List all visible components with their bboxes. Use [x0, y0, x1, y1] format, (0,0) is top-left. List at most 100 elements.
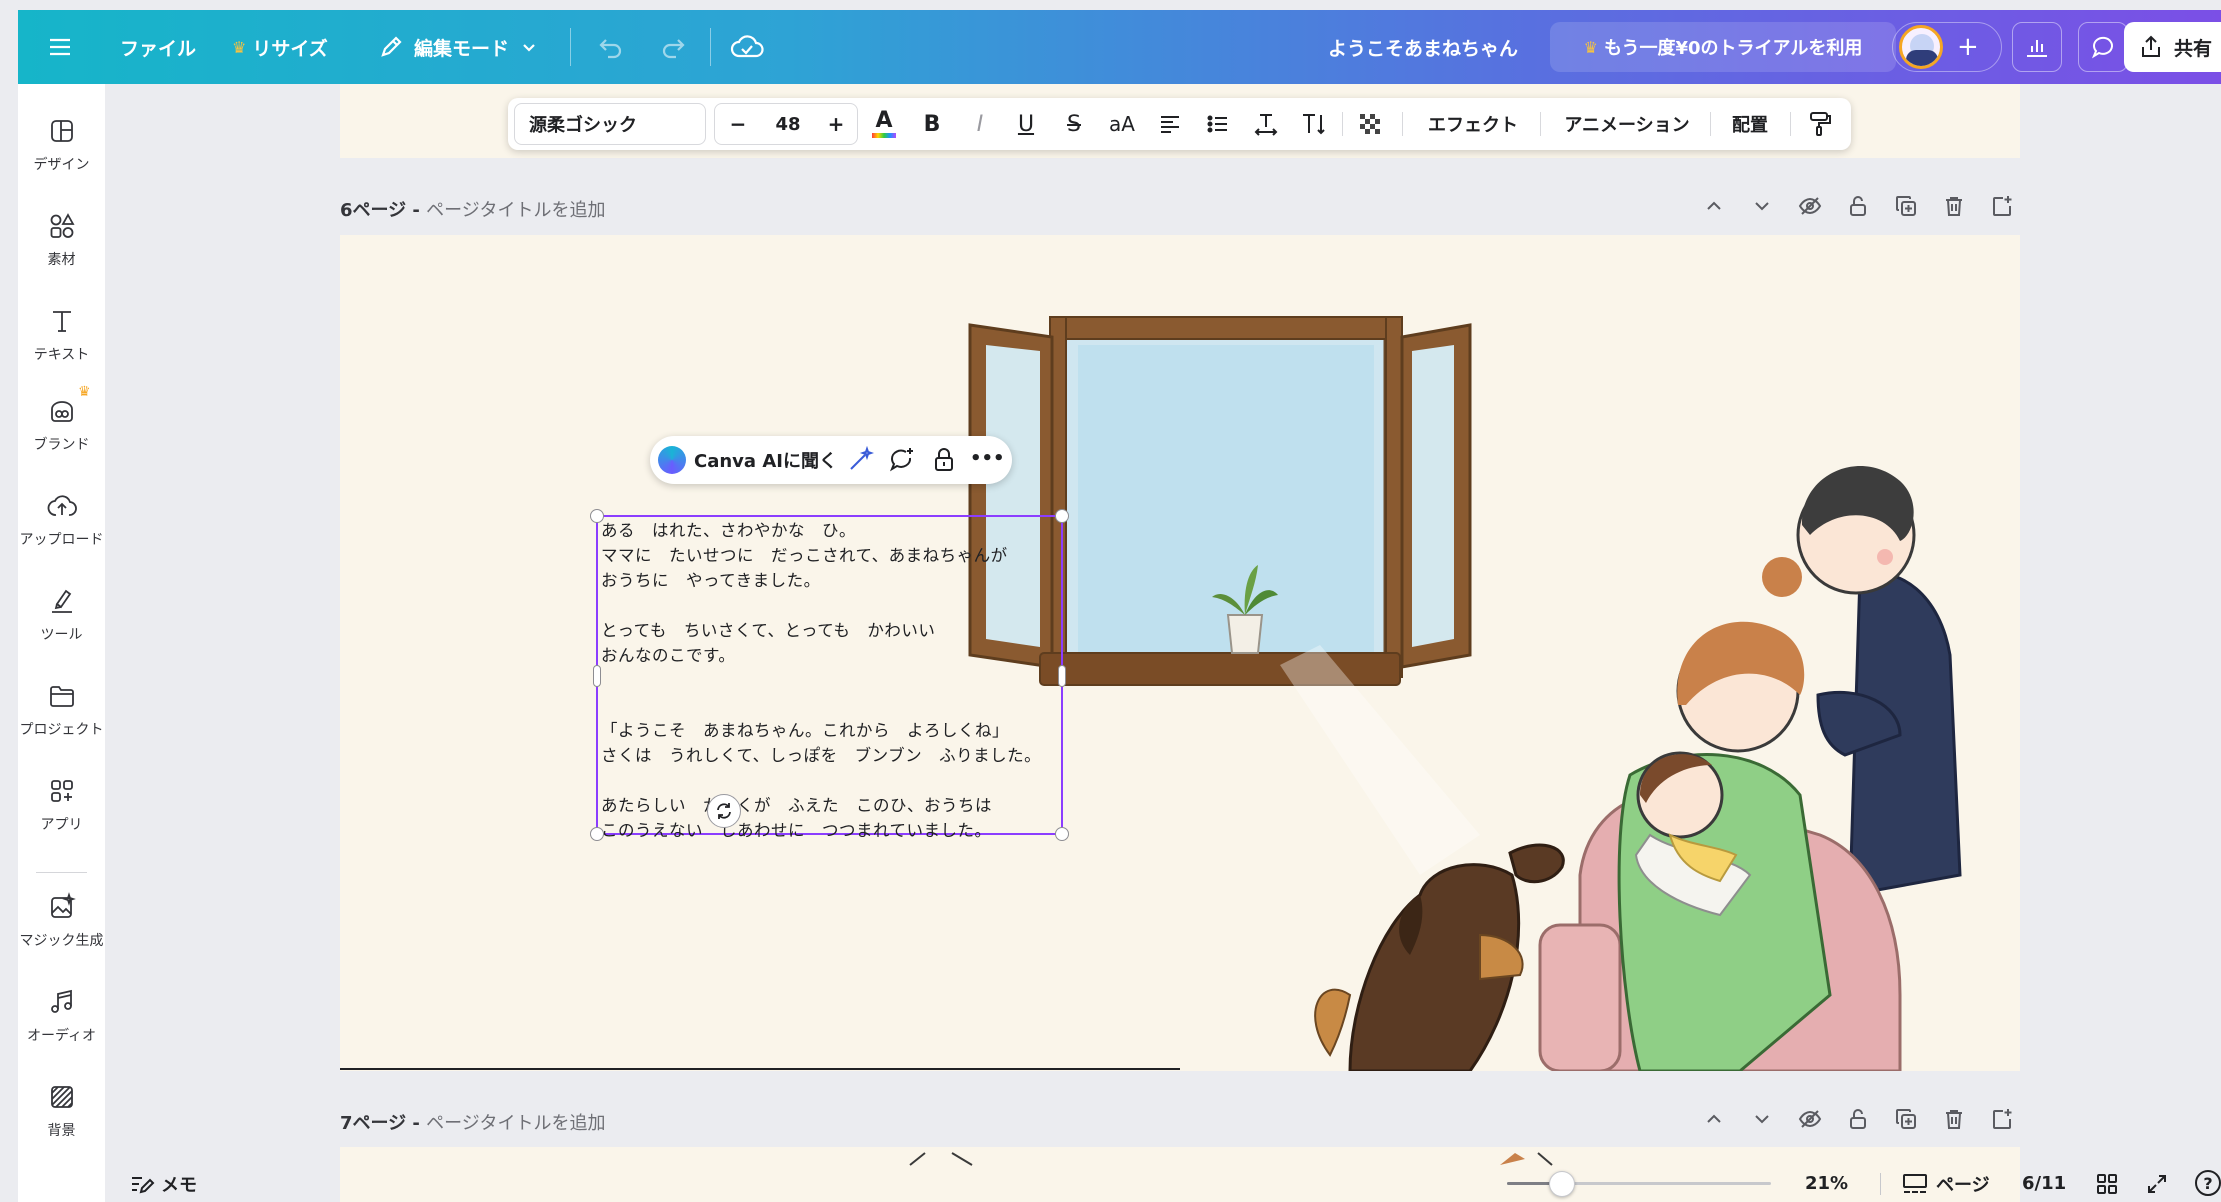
redo-button[interactable]	[658, 10, 688, 84]
lock-icon[interactable]	[930, 446, 958, 474]
sidebar-item-label: オーディオ	[26, 1028, 97, 1044]
avatar[interactable]	[1899, 25, 1943, 69]
story-line: おうちに やってきました。	[601, 571, 821, 590]
sidebar-item-tools[interactable]: ツール	[18, 586, 105, 676]
trial-button[interactable]: ♛ もう一度¥0のトライアルを利用	[1550, 22, 1896, 72]
edit-mode-dropdown[interactable]: 編集モード	[378, 10, 539, 84]
hide-eye-icon[interactable]	[1798, 1107, 1822, 1131]
sidebar-item-background[interactable]: 背景	[18, 1082, 105, 1172]
more-options-button[interactable]: •••	[970, 448, 1005, 469]
page-6-canvas[interactable]	[340, 235, 2020, 1071]
page-title-placeholder[interactable]: ページタイトルを追加	[426, 200, 605, 221]
vertical-text-button[interactable]	[1294, 98, 1334, 150]
resize-handle-right[interactable]	[1058, 665, 1066, 687]
add-collaborator-button[interactable]: +	[1957, 32, 1979, 62]
chevron-up-icon[interactable]	[1702, 194, 1726, 218]
add-page-icon[interactable]	[1990, 194, 2014, 218]
resize-handle-bottom-right[interactable]	[1055, 827, 1069, 841]
help-button[interactable]: ?	[2195, 1170, 2221, 1196]
bold-button[interactable]: B	[912, 98, 952, 150]
italic-button[interactable]: I	[960, 98, 1000, 150]
sidebar-item-apps[interactable]: アプリ	[18, 776, 105, 866]
grid-view-button[interactable]	[2095, 1165, 2119, 1202]
file-menu[interactable]: ファイル	[120, 10, 196, 84]
increase-font-size-button[interactable]: +	[818, 98, 854, 150]
page-title-placeholder[interactable]: ページタイトルを追加	[426, 1113, 605, 1134]
undo-icon	[599, 39, 622, 59]
add-page-icon[interactable]	[1990, 1107, 2014, 1131]
crown-icon: ♛	[232, 37, 247, 57]
sidebar-item-label: デザイン	[33, 157, 90, 173]
chevron-down-icon[interactable]	[1750, 1107, 1774, 1131]
page-7-header[interactable]: 7ページ - ページタイトルを追加	[340, 1109, 605, 1135]
lock-icon[interactable]	[1846, 1107, 1870, 1131]
hide-eye-icon[interactable]	[1798, 194, 1822, 218]
zoom-slider-thumb[interactable]	[1549, 1171, 1575, 1197]
sidebar-item-brand[interactable]: ♛ ブランド	[18, 384, 105, 486]
add-comment-icon[interactable]	[888, 446, 916, 474]
resize-handle-top-right[interactable]	[1055, 509, 1069, 523]
sidebar-item-audio[interactable]: オーディオ	[18, 987, 105, 1077]
page-6-header[interactable]: 6ページ - ページタイトルを追加	[340, 196, 605, 222]
zoom-slider-track[interactable]	[1507, 1171, 1771, 1197]
list-button[interactable]	[1198, 98, 1238, 150]
sidebar-item-label: プロジェクト	[19, 722, 104, 738]
text-icon	[52, 311, 71, 332]
resize-button[interactable]: ♛ リサイズ	[232, 10, 328, 84]
chevron-down-icon[interactable]	[1750, 194, 1774, 218]
magic-write-icon[interactable]	[846, 446, 874, 474]
sidebar-item-uploads[interactable]: アップロード	[18, 491, 105, 581]
decrease-font-size-button[interactable]: −	[720, 98, 756, 150]
ask-canva-ai-button[interactable]: Canva AIに聞く	[694, 447, 837, 473]
resize-handle-bottom-left[interactable]	[590, 827, 604, 841]
underline-button[interactable]: U	[1006, 98, 1046, 150]
chevron-up-icon[interactable]	[1702, 1107, 1726, 1131]
story-textbox[interactable]: ある はれた、さわやかな ひ。 ママに たいせつに だっこされて、あまねちゃんが…	[590, 509, 1069, 841]
transparency-button[interactable]	[1350, 98, 1390, 150]
animation-button[interactable]: アニメーション	[1552, 98, 1702, 150]
trash-icon[interactable]	[1942, 194, 1966, 218]
comments-button[interactable]	[2078, 22, 2128, 72]
shapes-icon	[50, 213, 75, 238]
family-illustration[interactable]	[340, 235, 2020, 1071]
font-color-button[interactable]: A	[864, 98, 904, 150]
pages-panel-icon	[1903, 1173, 1927, 1193]
font-family-selector[interactable]: 源柔ゴシック	[514, 103, 706, 145]
menu-icon[interactable]	[46, 10, 74, 84]
zoom-percent[interactable]: 21%	[1805, 1165, 1848, 1202]
sidebar-item-text[interactable]: テキスト	[18, 306, 105, 396]
duplicate-icon[interactable]	[1894, 1107, 1918, 1131]
sidebar-item-magic-media[interactable]: マジック生成	[18, 892, 105, 982]
cloud-upload-icon	[47, 495, 77, 516]
sidebar-item-design[interactable]: デザイン	[18, 116, 105, 206]
apps-icon	[50, 780, 73, 802]
chevron-down-icon	[523, 44, 535, 52]
letter-case-button[interactable]: aA	[1100, 98, 1144, 150]
resize-handle-left[interactable]	[593, 665, 601, 687]
rotate-handle[interactable]	[707, 794, 741, 828]
align-button[interactable]	[1150, 98, 1190, 150]
font-size-input[interactable]: 48	[764, 98, 812, 150]
lock-icon[interactable]	[1846, 194, 1870, 218]
page-6-tools	[1702, 194, 2014, 218]
sidebar-item-elements[interactable]: 素材	[18, 211, 105, 301]
top-bar: ファイル ♛ リサイズ 編集モード ようこそあまねちゃん ♛ もう一度¥0のトラ…	[18, 10, 2221, 84]
duplicate-icon[interactable]	[1894, 194, 1918, 218]
pages-button[interactable]: ページ	[1902, 1165, 1990, 1202]
cloud-saved-button[interactable]	[730, 10, 764, 84]
position-button[interactable]: 配置	[1720, 98, 1780, 150]
resize-handle-top-left[interactable]	[590, 509, 604, 523]
notes-button[interactable]: メモ	[129, 1165, 197, 1202]
strikethrough-button[interactable]: S	[1054, 98, 1094, 150]
spacing-button[interactable]	[1246, 98, 1286, 150]
trash-icon[interactable]	[1942, 1107, 1966, 1131]
paint-roller-icon	[1810, 112, 1831, 136]
share-button[interactable]: 共有	[2124, 22, 2221, 72]
story-line: とっても ちいさくて、とっても かわいい	[601, 621, 936, 640]
insights-button[interactable]	[2012, 22, 2062, 72]
copy-style-button[interactable]	[1798, 98, 1842, 150]
sidebar-item-projects[interactable]: プロジェクト	[18, 681, 105, 771]
undo-button[interactable]	[596, 10, 626, 84]
fullscreen-button[interactable]	[2145, 1165, 2169, 1202]
effects-button[interactable]: エフェクト	[1414, 98, 1532, 150]
